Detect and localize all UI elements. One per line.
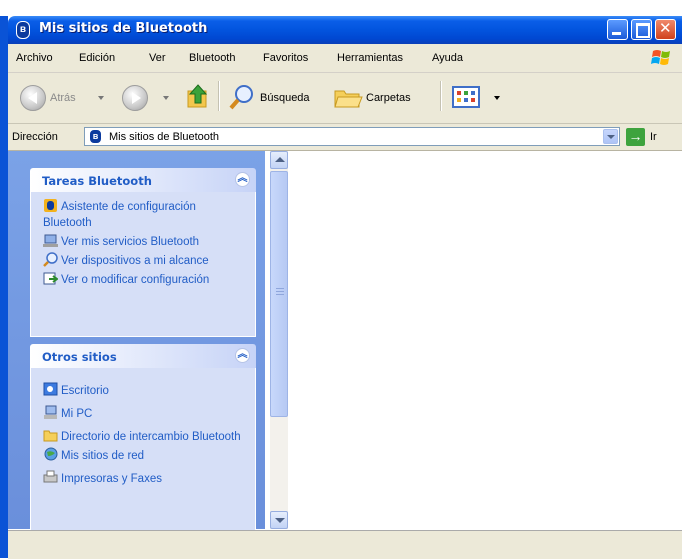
place-link-desktop[interactable]: Escritorio <box>43 382 247 399</box>
back-dropdown-icon[interactable] <box>98 96 104 100</box>
task-link-devices[interactable]: Ver dispositivos a mi alcance <box>43 252 247 269</box>
place-link-my-pc[interactable]: Mi PC <box>43 405 247 422</box>
toolbar: Atrás Búsqueda Carpetas <box>8 73 682 124</box>
maximize-button[interactable] <box>631 19 652 40</box>
back-button-label[interactable]: Atrás <box>50 92 76 104</box>
close-icon: ✕ <box>659 20 672 37</box>
bluetooth-tasks-title: Tareas Bluetooth <box>42 174 152 188</box>
go-arrow-icon[interactable]: → <box>626 128 645 146</box>
menu-archivo[interactable]: Archivo <box>16 52 53 64</box>
other-places-title: Otros sitios <box>42 350 117 364</box>
scroll-down-button[interactable] <box>270 511 288 529</box>
collapse-chevron-icon[interactable]: ︽ <box>235 348 250 363</box>
bluetooth-wizard-icon <box>44 199 57 212</box>
views-icon[interactable] <box>452 86 480 108</box>
back-arrow-icon[interactable] <box>20 85 46 111</box>
search-button-label[interactable]: Búsqueda <box>260 92 310 104</box>
scroll-thumb[interactable] <box>270 171 288 417</box>
menu-edicion[interactable]: Edición <box>79 52 115 64</box>
toolbar-separator <box>218 81 220 111</box>
menu-ayuda[interactable]: Ayuda <box>432 52 463 64</box>
views-dropdown-icon[interactable] <box>494 96 500 100</box>
other-places-box: Otros sitios ︽ Escritorio Mi PC Director… <box>30 344 256 551</box>
menu-bluetooth[interactable]: Bluetooth <box>189 52 235 64</box>
minimize-icon <box>612 32 621 35</box>
menu-herramientas[interactable]: Herramientas <box>337 52 403 64</box>
menu-ver[interactable]: Ver <box>149 52 166 64</box>
windows-logo-icon <box>651 50 670 65</box>
vertical-scrollbar[interactable] <box>270 151 288 529</box>
forward-arrow-icon[interactable] <box>122 85 148 111</box>
up-folder-icon[interactable] <box>186 83 210 111</box>
go-button-label[interactable]: Ir <box>650 131 657 143</box>
printers-icon <box>43 470 58 483</box>
place-link-printers[interactable]: Impresoras y Faxes <box>43 470 247 487</box>
file-view-area[interactable] <box>292 151 682 529</box>
maximize-icon <box>636 23 650 38</box>
window-frame-left <box>0 16 8 558</box>
other-places-list: Escritorio Mi PC Directorio de intercamb… <box>30 368 256 551</box>
chevron-down-icon <box>275 518 285 523</box>
window-title: Mis sitios de Bluetooth <box>39 21 208 36</box>
address-dropdown-button[interactable] <box>603 129 618 144</box>
title-bar[interactable]: ʙ Mis sitios de Bluetooth ✕ <box>8 16 682 44</box>
search-icon[interactable] <box>228 83 256 111</box>
task-link-config[interactable]: Ver o modificar configuración <box>43 271 247 288</box>
menu-bar: Archivo Edición Ver Bluetooth Favoritos … <box>8 44 682 73</box>
bluetooth-icon: ʙ <box>89 129 102 144</box>
forward-dropdown-icon[interactable] <box>163 96 169 100</box>
other-places-header[interactable]: Otros sitios ︽ <box>30 344 256 368</box>
grip-line <box>276 288 284 289</box>
scroll-up-button[interactable] <box>270 151 288 169</box>
network-places-icon <box>44 447 58 461</box>
close-button[interactable]: ✕ <box>655 19 676 40</box>
task-pane: Tareas Bluetooth ︽ Asistente de configur… <box>8 151 265 551</box>
search-icon <box>43 252 58 267</box>
grip-line <box>276 291 284 292</box>
status-bar <box>8 530 682 559</box>
task-link-wizard[interactable]: Asistente de configuración Bluetooth <box>43 198 247 231</box>
address-value: Mis sitios de Bluetooth <box>109 131 220 143</box>
place-link-network[interactable]: Mis sitios de red <box>43 447 247 464</box>
address-label: Dirección <box>12 131 58 143</box>
config-icon <box>43 272 58 285</box>
collapse-chevron-icon[interactable]: ︽ <box>235 172 250 187</box>
grip-line <box>276 294 284 295</box>
bluetooth-tasks-box: Tareas Bluetooth ︽ Asistente de configur… <box>30 168 256 337</box>
toolbar-separator <box>440 81 442 111</box>
desktop-icon <box>43 382 58 396</box>
task-link-services[interactable]: Ver mis servicios Bluetooth <box>43 233 247 250</box>
bluetooth-tasks-header[interactable]: Tareas Bluetooth ︽ <box>30 168 256 192</box>
address-bar: Dirección ʙ Mis sitios de Bluetooth → Ir <box>8 124 682 151</box>
folders-button-label[interactable]: Carpetas <box>366 92 411 104</box>
place-link-exchange-folder[interactable]: Directorio de intercambio Bluetooth <box>43 428 247 445</box>
address-field[interactable]: ʙ Mis sitios de Bluetooth <box>84 127 620 146</box>
bluetooth-icon: ʙ <box>16 21 30 39</box>
minimize-button[interactable] <box>607 19 628 40</box>
computer-services-icon <box>43 234 58 247</box>
bluetooth-tasks-list: Asistente de configuración Bluetooth Ver… <box>30 192 256 337</box>
my-computer-icon <box>44 405 57 419</box>
chevron-up-icon <box>275 157 285 162</box>
folder-icon <box>43 430 58 442</box>
menu-favoritos[interactable]: Favoritos <box>263 52 308 64</box>
folders-icon[interactable] <box>333 83 363 111</box>
